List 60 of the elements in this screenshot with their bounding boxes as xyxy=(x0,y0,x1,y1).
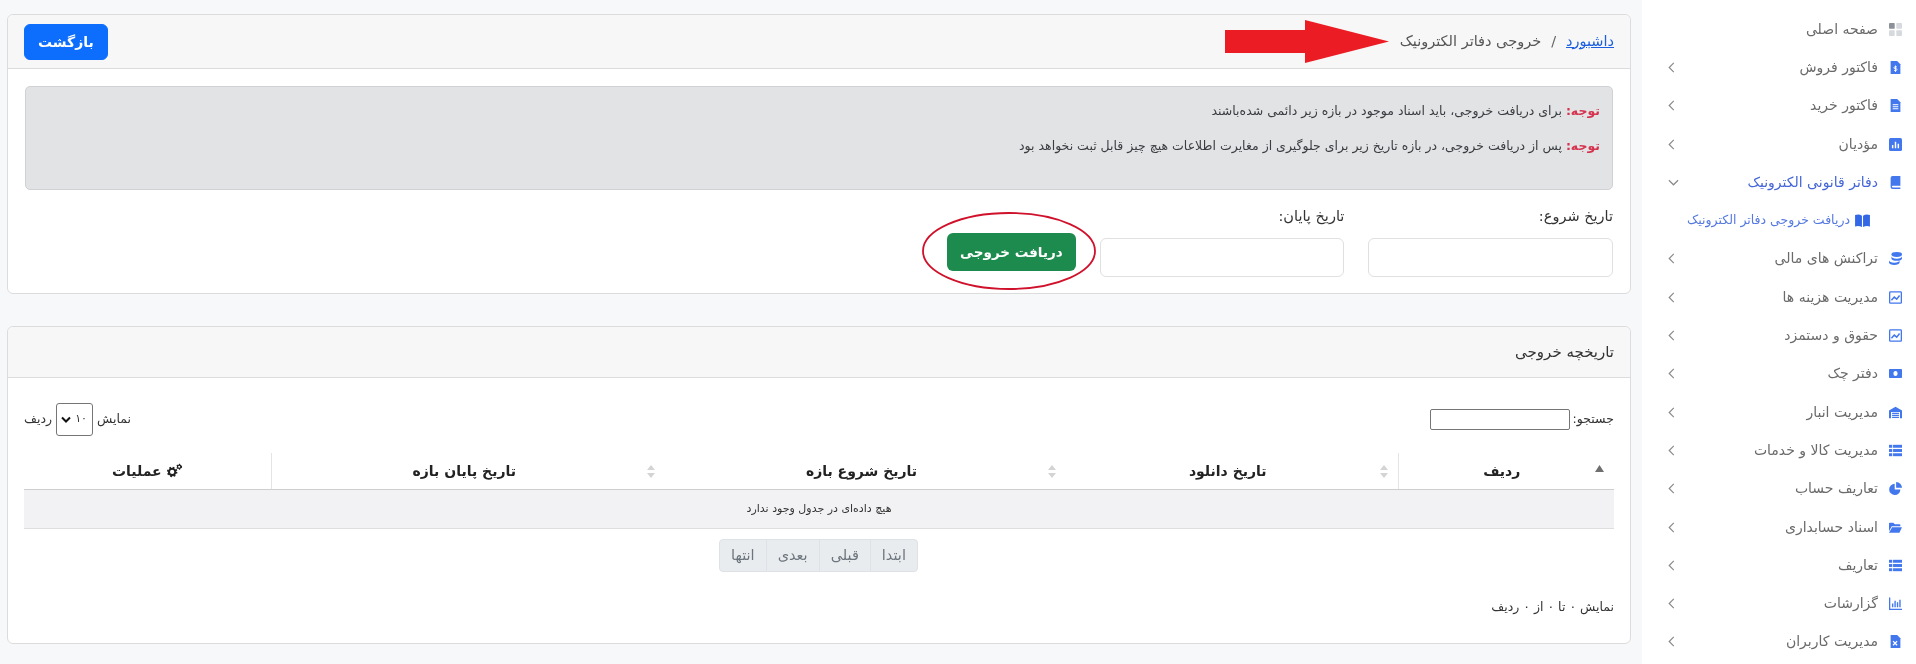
sidebar-item[interactable]: مدیریت هزینه ها xyxy=(1642,278,1916,317)
coins-icon xyxy=(1889,252,1902,266)
date-field[interactable] xyxy=(1368,237,1613,277)
gears-icon xyxy=(165,462,183,478)
sidebar-item[interactable]: تراکنش های مالی xyxy=(1642,239,1916,279)
pie-chart-icon xyxy=(1889,482,1902,496)
list-icon xyxy=(1889,443,1902,457)
bar-chart-icon xyxy=(1889,597,1902,611)
notice-text: توجه: پس از دریافت خروجی، در بازه تاریخ زیر برای جلوگیری از مغایرت اطلاعات هیچ چیز قابل ثبت نخواهد بود xyxy=(1018,137,1600,155)
breadcrumb-current: خروجی دفاتر الکترونیک xyxy=(1399,31,1542,52)
line-chart-icon xyxy=(1889,329,1902,342)
sidebar-item[interactable]: صفحه اصلی xyxy=(1642,10,1916,49)
sidebar-item[interactable]: فاکتور فروش xyxy=(1642,48,1916,87)
warehouse-icon xyxy=(1889,405,1902,419)
sidebar-item[interactable]: دفاتر قانونی الکترونیک xyxy=(1642,163,1916,202)
document-icon xyxy=(1889,99,1902,113)
back-button[interactable]: بازگشت xyxy=(24,23,108,60)
sidebar-item[interactable]: گزارشات xyxy=(1642,584,1916,623)
column-header[interactable]: ردیف xyxy=(1398,452,1614,490)
list-icon xyxy=(1889,558,1902,572)
grid-icon xyxy=(1889,22,1902,36)
breadcrumb-separator: / xyxy=(1551,31,1557,51)
empty-table-message: هیچ داده‌ای در جدول وجود ندارد xyxy=(24,489,1614,529)
book-icon xyxy=(1889,175,1902,189)
field-label: تاریخ پایان: xyxy=(1277,207,1345,227)
export-button[interactable]: دریافت خروجی xyxy=(947,233,1076,271)
open-book-icon xyxy=(1855,214,1870,228)
sidebar-item[interactable]: مدیریت کاربران xyxy=(1642,622,1916,662)
column-header[interactable]: تاریخ پایان بازه xyxy=(271,452,665,490)
line-chart-icon xyxy=(1889,290,1902,304)
sidebar-item[interactable]: مدیریت کالا و خدمات xyxy=(1642,431,1916,470)
sidebar-item[interactable]: فاکتور خرید xyxy=(1642,86,1916,125)
column-header: عملیات xyxy=(111,462,162,479)
date-field[interactable] xyxy=(1099,237,1345,277)
file-x-icon xyxy=(1889,635,1902,649)
notice-text: توجه: برای دریافت خروجی، باید اسناد موجود در بازه زیر دائمی شده‌باشند xyxy=(1210,102,1600,120)
folder-icon xyxy=(1889,520,1902,534)
sidebar-item[interactable]: دفتر چک xyxy=(1642,354,1916,393)
chevron-down-icon xyxy=(61,415,72,423)
rows-per-page-select[interactable]: ۱۰ xyxy=(56,402,94,436)
search-label: جستجو: xyxy=(1572,409,1614,429)
sidebar-item[interactable]: مدیریت انبار xyxy=(1642,392,1916,432)
banknote-icon xyxy=(1889,367,1902,381)
bar-chart-icon xyxy=(1889,137,1902,151)
sidebar-item[interactable]: تعاریف xyxy=(1642,546,1916,585)
length-unit-label: ردیف xyxy=(24,409,53,428)
breadcrumb-link[interactable]: داشبورد xyxy=(1566,30,1614,53)
sidebar-item[interactable]: تعاریف حساب xyxy=(1642,469,1916,508)
search-field[interactable] xyxy=(1429,408,1570,430)
file-dollar-icon xyxy=(1889,60,1902,74)
field-label: تاریخ شروع: xyxy=(1537,207,1613,227)
column-header[interactable]: تاریخ دانلود xyxy=(1066,452,1398,490)
column-header[interactable]: تاریخ شروع بازه xyxy=(665,452,1066,490)
sidebar-subitem[interactable]: دریافت خروجی دفاتر الکترونیک xyxy=(1642,201,1916,240)
sidebar-item[interactable]: حقوق و دستمزد xyxy=(1642,316,1916,355)
card-title-text: تاریخچه خروجی xyxy=(1515,341,1614,363)
length-label: نمایش xyxy=(97,409,131,429)
table-info-text: نمایش ۰ تا ۰ از ۰ ردیف xyxy=(1490,598,1614,617)
sidebar-item[interactable]: مؤدیان xyxy=(1642,124,1916,164)
sidebar-item[interactable]: اسناد حسابداری xyxy=(1642,507,1916,547)
